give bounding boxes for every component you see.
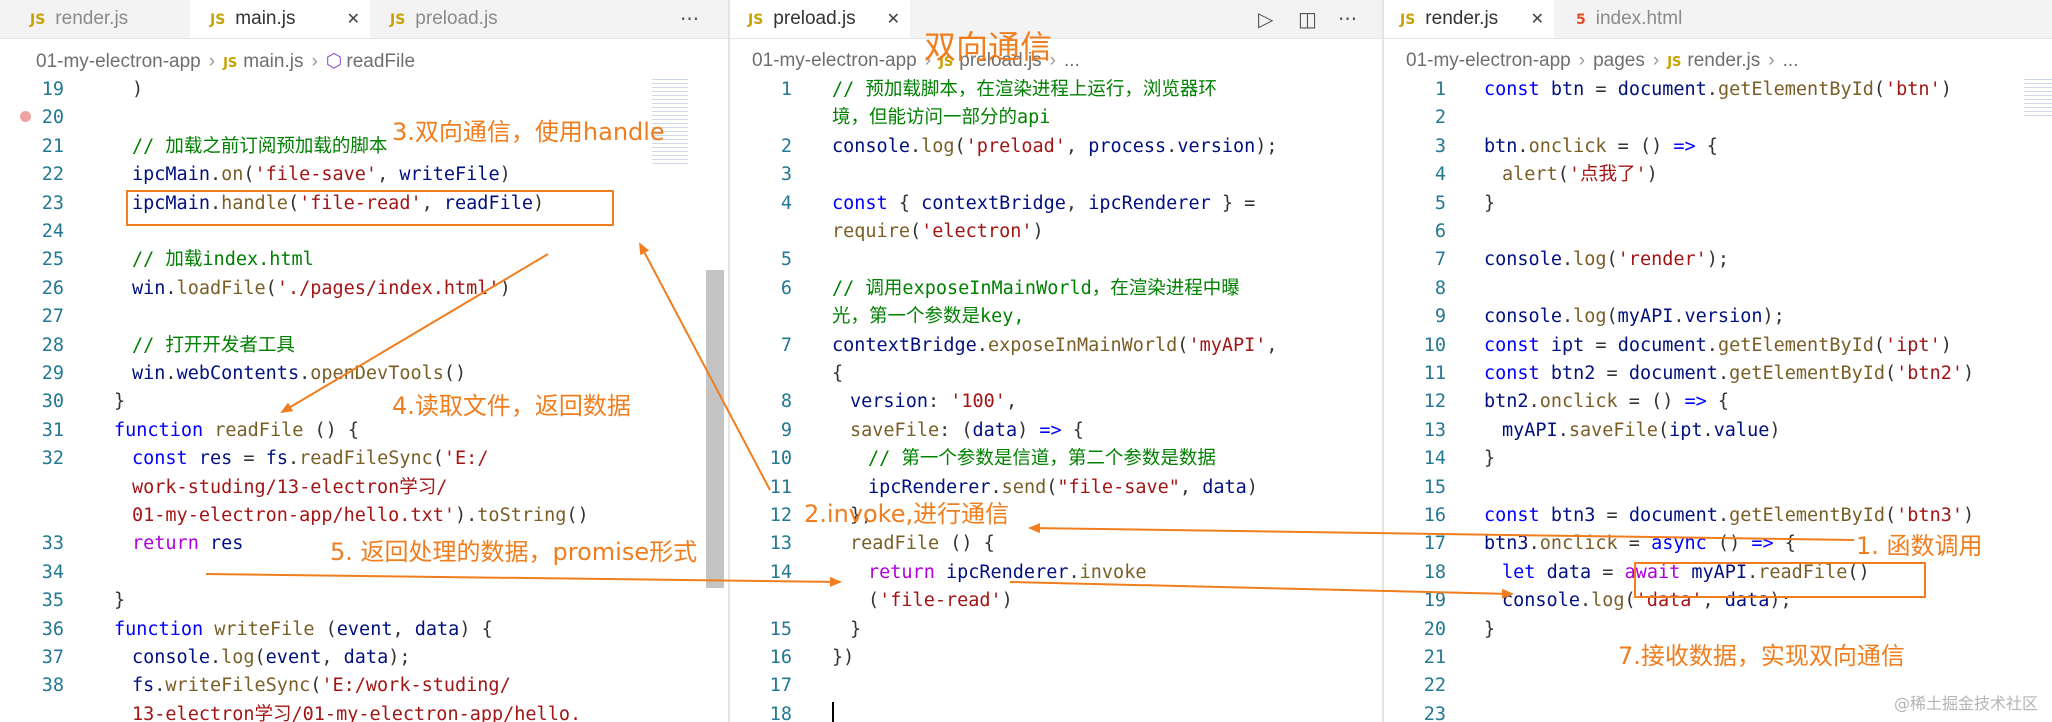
arrow-step-6 <box>1009 581 1514 599</box>
annotation-arrows <box>205 242 1855 599</box>
arrow-step-4 <box>280 253 549 414</box>
arrow-step-3 <box>639 242 771 491</box>
watermark: @稀土掘金技术社区 <box>1893 694 2038 713</box>
arrow-step-1 <box>1028 523 1855 541</box>
arrow-step-5 <box>205 573 842 587</box>
